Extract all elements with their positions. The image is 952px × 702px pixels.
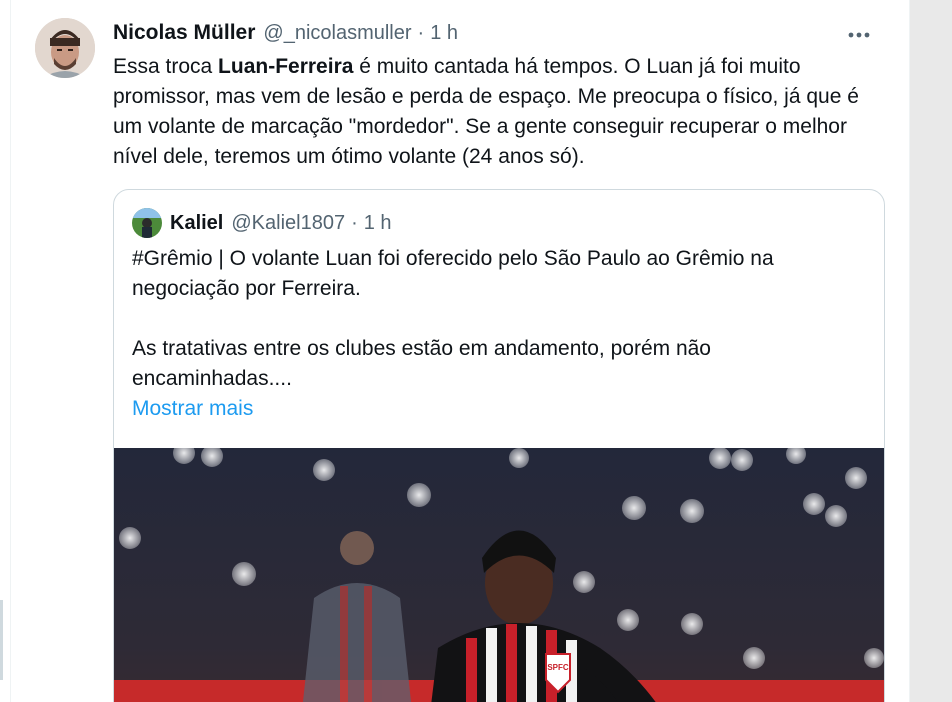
quoted-media-image[interactable]: SPFC xyxy=(114,448,884,702)
quoted-tweet[interactable]: Kaliel @Kaliel1807 · 1 h #Grêmio | O vol… xyxy=(113,189,885,702)
separator-dot: · xyxy=(417,21,425,44)
quoted-avatar-image xyxy=(132,208,162,238)
quoted-timestamp[interactable]: 1 h xyxy=(364,212,392,235)
tweet-text: Essa troca Luan-Ferreira é muito cantada… xyxy=(113,52,893,172)
tweet-card[interactable]: Nicolas Müller @_nicolasmuller · 1 h Ess… xyxy=(10,0,910,702)
quoted-header: Kaliel @Kaliel1807 · 1 h xyxy=(170,209,392,237)
show-more-link[interactable]: Mostrar mais xyxy=(132,394,872,424)
author-name[interactable]: Nicolas Müller xyxy=(113,21,255,45)
quoted-text-line-2: As tratativas entre os clubes estão em a… xyxy=(132,337,711,390)
avatar-image xyxy=(35,18,95,78)
more-icon xyxy=(848,32,870,38)
more-options-button[interactable] xyxy=(841,21,877,49)
quoted-text-line-1: #Grêmio | O volante Luan foi oferecido p… xyxy=(132,247,774,300)
tweet-text-bold: Luan-Ferreira xyxy=(218,55,354,78)
avatar[interactable] xyxy=(35,18,95,78)
tweet-header: Nicolas Müller @_nicolasmuller · 1 h xyxy=(113,19,889,47)
quoted-avatar[interactable] xyxy=(132,208,162,238)
quoted-text: #Grêmio | O volante Luan foi oferecido p… xyxy=(132,244,872,424)
quoted-author-name[interactable]: Kaliel xyxy=(170,212,223,235)
author-handle[interactable]: @_nicolasmuller xyxy=(263,22,411,45)
player-photo: SPFC xyxy=(114,448,884,702)
left-rail xyxy=(0,0,10,702)
quoted-author-handle[interactable]: @Kaliel1807 xyxy=(231,212,345,235)
timestamp[interactable]: 1 h xyxy=(430,22,458,45)
tweet-text-start: Essa troca xyxy=(113,55,219,78)
badge-text: SPFC xyxy=(547,663,569,672)
quoted-separator-dot: · xyxy=(351,211,358,234)
scroll-indicator xyxy=(0,600,3,680)
